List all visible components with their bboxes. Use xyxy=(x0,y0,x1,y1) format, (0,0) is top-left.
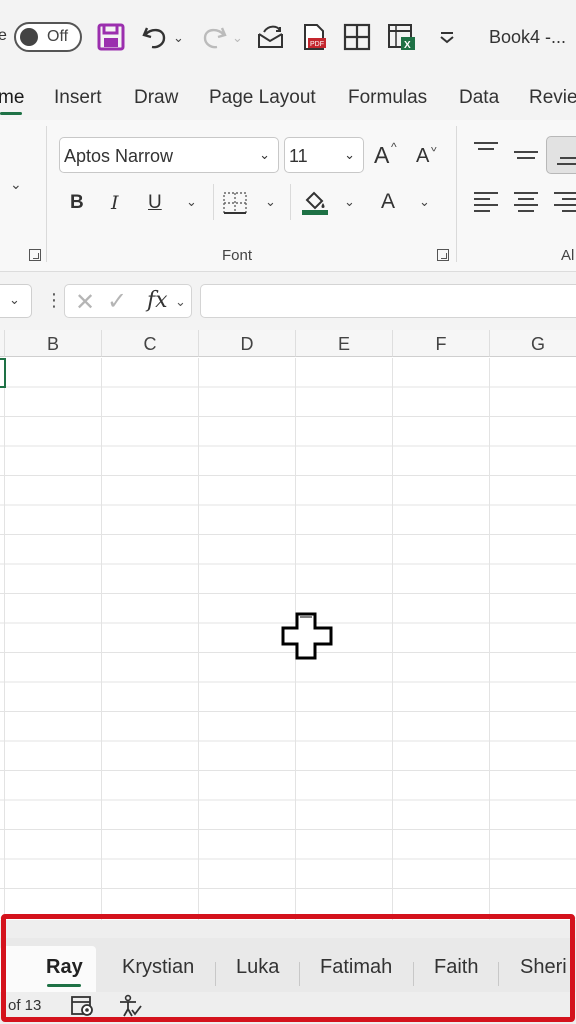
sheet-separator xyxy=(299,962,300,986)
align-right-icon[interactable] xyxy=(554,192,576,212)
italic-button[interactable]: I xyxy=(111,192,119,214)
font-name-value: Aptos Narrow xyxy=(64,146,174,166)
sheet-tab-faith[interactable]: Faith xyxy=(434,956,478,979)
save-icon[interactable] xyxy=(96,22,126,52)
chevron-down-icon: ⌄ xyxy=(344,147,355,162)
sheet-tabs: Ray Krystian Luka Fatimah Faith Sheri xyxy=(0,938,576,992)
fill-color-icon[interactable] xyxy=(301,188,329,216)
active-sheet-indicator xyxy=(47,984,81,987)
align-center-icon[interactable] xyxy=(514,192,538,212)
align-bottom-button[interactable] xyxy=(546,136,576,174)
ribbon-tabs: me Insert Draw Page Layout Formulas Data… xyxy=(0,76,576,120)
borders-icon[interactable] xyxy=(342,22,372,52)
enter-icon[interactable]: ✓ xyxy=(107,287,127,316)
workbook-title: Book4 -... xyxy=(489,27,567,47)
svg-text:PDF: PDF xyxy=(310,41,324,48)
column-header[interactable]: G xyxy=(490,330,576,357)
underline-button[interactable]: U xyxy=(148,192,162,214)
caret-up-icon: ^ xyxy=(391,140,397,154)
align-middle-icon[interactable] xyxy=(514,147,538,167)
ribbon-separator xyxy=(46,126,47,262)
font-color-button[interactable]: A xyxy=(381,190,395,214)
cell-mode-icon[interactable] xyxy=(70,994,96,1018)
tab-draw[interactable]: Draw xyxy=(134,87,178,109)
bold-button[interactable]: B xyxy=(70,192,84,214)
shrink-font-button[interactable]: A xyxy=(416,145,429,168)
fill-color-dropdown-icon[interactable]: ⌄ xyxy=(344,194,355,210)
cancel-icon[interactable]: ✕ xyxy=(75,288,95,317)
pdf-icon[interactable]: PDF xyxy=(299,22,329,52)
tab-home[interactable]: me xyxy=(0,87,24,109)
autosave-toggle[interactable]: Off xyxy=(14,22,82,52)
column-header[interactable]: F xyxy=(393,330,490,357)
sheet-separator xyxy=(498,962,499,986)
chevron-down-icon: ⌄ xyxy=(9,292,20,307)
font-launcher-icon[interactable] xyxy=(437,249,449,261)
clipboard-dropdown-icon[interactable]: ⌄ xyxy=(10,176,22,193)
svg-text:X: X xyxy=(404,40,411,51)
borders-dropdown-icon[interactable]: ⌄ xyxy=(265,194,276,210)
font-size-combo[interactable]: 11 ⌄ xyxy=(284,137,364,173)
font-size-value: 11 xyxy=(289,146,308,166)
redo-icon[interactable] xyxy=(199,22,229,52)
ribbon-separator xyxy=(456,126,457,262)
autosave-label: e xyxy=(0,27,7,44)
ribbon-separator xyxy=(213,184,214,220)
sheet-tab-luka[interactable]: Luka xyxy=(236,956,279,979)
column-header[interactable]: E xyxy=(296,330,393,357)
borders-icon[interactable] xyxy=(222,191,248,215)
sheet-separator xyxy=(413,962,414,986)
font-color-dropdown-icon[interactable]: ⌄ xyxy=(419,194,430,210)
tab-formulas[interactable]: Formulas xyxy=(348,87,427,109)
tab-data[interactable]: Data xyxy=(459,87,499,109)
formula-bar: ⌄ ⋮ ✕ ✓ fx ⌄ xyxy=(0,272,576,330)
sheet-tab-krystian[interactable]: Krystian xyxy=(122,956,194,979)
selected-cell[interactable] xyxy=(0,358,6,388)
insert-function-button[interactable]: fx xyxy=(147,288,168,313)
quick-access-toolbar: e Off ⌄ ⌄ PDF X Book4 -... xyxy=(0,0,576,76)
sheet-tab-ray[interactable]: Ray xyxy=(0,946,96,992)
column-header[interactable]: C xyxy=(102,330,199,357)
chevron-down-icon: ⌄ xyxy=(259,147,270,162)
align-left-icon[interactable] xyxy=(474,192,498,212)
customize-icon[interactable] xyxy=(432,22,462,52)
alignment-group-label: Al xyxy=(561,247,575,264)
font-group-label: Font xyxy=(222,247,253,264)
accessibility-icon[interactable] xyxy=(117,994,143,1018)
excel-table-icon[interactable]: X xyxy=(386,22,416,52)
sheet-count: of 13 xyxy=(8,997,42,1014)
clipboard-launcher-icon[interactable] xyxy=(29,249,41,261)
redo-dropdown-icon: ⌄ xyxy=(232,30,243,45)
grow-font-button[interactable]: A xyxy=(374,142,389,169)
toggle-knob xyxy=(20,28,38,46)
sheet-tab-fatimah[interactable]: Fatimah xyxy=(320,956,392,979)
more-options-icon[interactable]: ⋮ xyxy=(45,290,63,311)
sheet-bar: Ray Krystian Luka Fatimah Faith Sheri of… xyxy=(0,920,576,1024)
email-icon[interactable] xyxy=(256,22,286,52)
crosshair-cursor-icon xyxy=(281,612,333,660)
tab-review[interactable]: Revie xyxy=(529,87,576,109)
underline-dropdown-icon[interactable]: ⌄ xyxy=(186,194,197,210)
formula-controls: ✕ ✓ fx ⌄ xyxy=(64,284,192,318)
ribbon-separator xyxy=(290,184,291,220)
autosave-state: Off xyxy=(47,28,69,45)
formula-input[interactable] xyxy=(200,284,576,318)
column-header[interactable]: D xyxy=(199,330,296,357)
active-tab-indicator xyxy=(0,112,22,115)
tab-insert[interactable]: Insert xyxy=(54,87,102,109)
chevron-down-icon[interactable]: ⌄ xyxy=(175,294,186,310)
column-header[interactable]: B xyxy=(5,330,102,357)
sheet-tab-label: Ray xyxy=(46,956,83,978)
caret-down-icon: ^ xyxy=(431,140,437,154)
sheet-tab-sheri[interactable]: Sheri xyxy=(520,956,567,979)
ribbon: ⌄ Aptos Narrow ⌄ 11 ⌄ A ^ A ^ B I U ⌄ ⌄ … xyxy=(0,120,576,272)
undo-dropdown-icon[interactable]: ⌄ xyxy=(173,30,184,46)
undo-icon[interactable] xyxy=(140,22,170,52)
tab-page-layout[interactable]: Page Layout xyxy=(209,87,316,109)
align-top-icon[interactable] xyxy=(474,142,498,162)
name-box[interactable]: ⌄ xyxy=(0,284,32,318)
font-name-combo[interactable]: Aptos Narrow ⌄ xyxy=(59,137,279,173)
sheet-separator xyxy=(215,962,216,986)
align-bottom-icon xyxy=(557,151,576,171)
